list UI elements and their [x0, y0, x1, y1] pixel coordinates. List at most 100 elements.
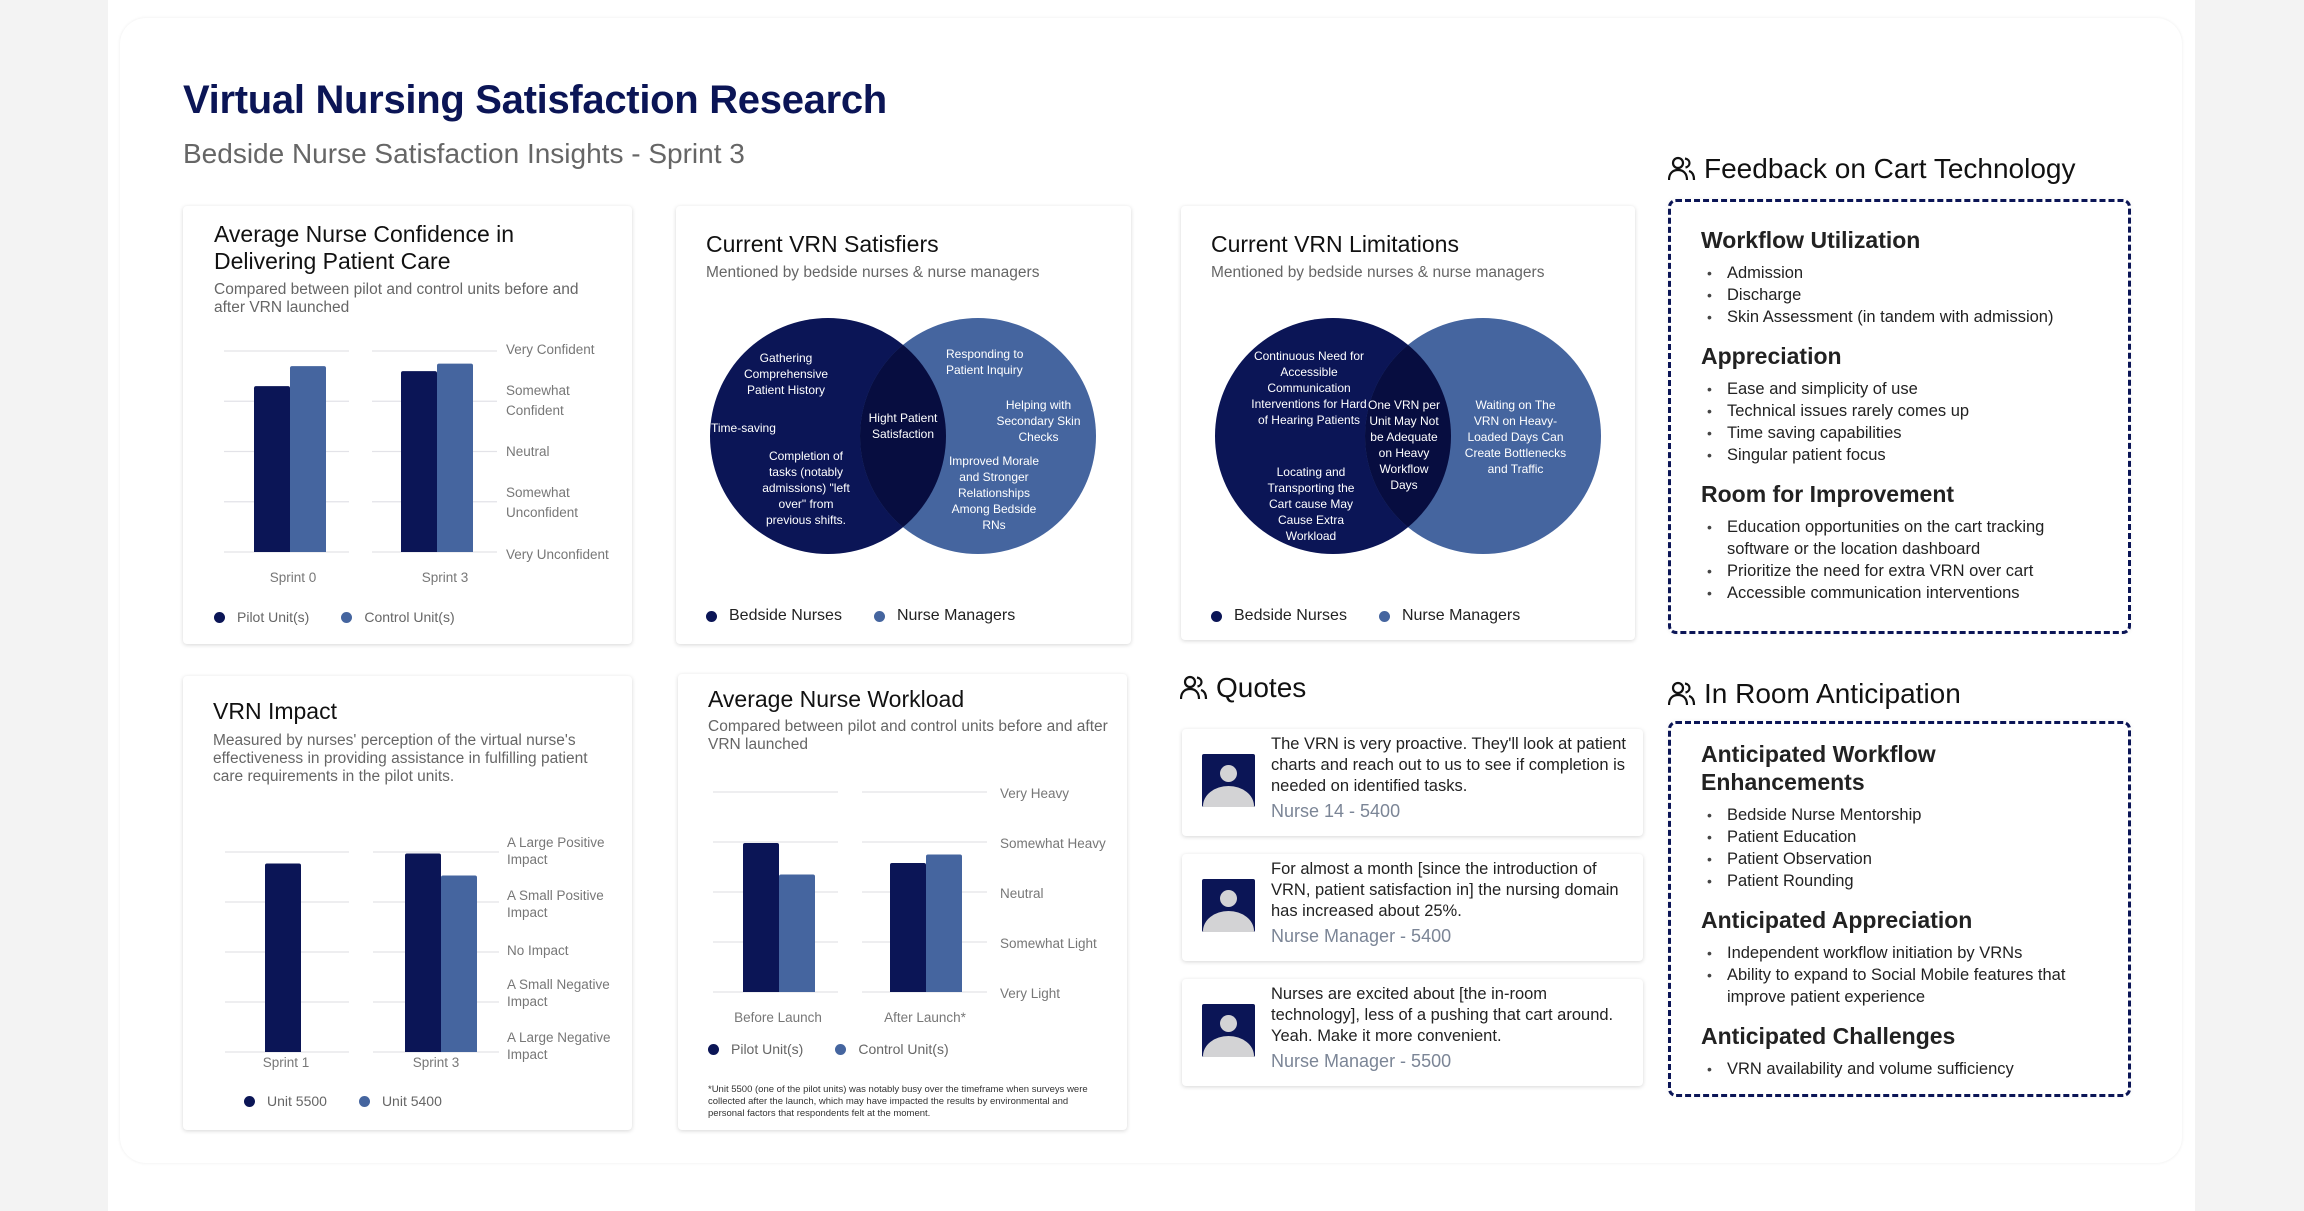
venn-label: Continuous Need for Accessible Communica…	[1251, 349, 1367, 427]
bar-control-unit-s-sprint-0	[290, 366, 326, 552]
quote-text: For almost a month [since the introducti…	[1271, 860, 1619, 920]
chart-legend: Pilot Unit(s) Control Unit(s)	[708, 1041, 981, 1057]
avatar-icon	[1202, 1004, 1255, 1057]
quote-author: Nurse Manager - 5500	[1271, 1051, 1452, 1071]
legend-item: Bedside Nurses	[1211, 607, 1347, 625]
page-subtitle: Bedside Nurse Satisfaction Insights - Sp…	[183, 138, 745, 169]
anticipation-title: In Room Anticipation	[1704, 678, 1961, 709]
legend-label: Control Unit(s)	[858, 1041, 949, 1057]
list-item: Patient Education	[1707, 826, 2100, 848]
bar-pilot-unit-s-sprint-3	[401, 371, 437, 552]
legend-item: Nurse Managers	[873, 607, 1015, 625]
y-tick-label: Somewhat Light	[1000, 936, 1097, 951]
legend-label: Unit 5400	[381, 1093, 442, 1109]
x-tick-label: Sprint 0	[269, 570, 317, 585]
list-item: Patient Observation	[1707, 848, 2100, 870]
bar-control-unit-s-sprint-3	[437, 363, 473, 552]
quotes-title: Quotes	[1216, 672, 1307, 703]
feedback-heading: Feedback on Cart Technology	[1668, 153, 2076, 185]
list-item: Admission	[1707, 262, 2100, 284]
satisfiers-venn-card: Current VRN Satisfiers Mentioned by beds…	[676, 206, 1131, 644]
legend-item: Pilot Unit(s)	[214, 609, 309, 625]
y-tick-label: Very Light	[1000, 986, 1061, 1001]
list-item: Prioritize the need for extra VRN over c…	[1707, 560, 2100, 582]
quote-card: The VRN is very proactive. They'll look …	[1182, 729, 1643, 836]
bar-control-unit-s-after-launch	[926, 854, 962, 992]
legend-dot-icon	[341, 611, 353, 623]
bar-control-unit-s-before-launch	[779, 874, 815, 992]
avatar-icon	[1202, 879, 1255, 932]
legend-dot-icon	[358, 1095, 370, 1107]
legend-dot-icon	[1211, 610, 1222, 622]
workload-chart-card: Average Nurse Workload Compared between …	[678, 674, 1127, 1130]
bar-pilot-unit-s-sprint-0	[254, 386, 290, 552]
y-tick-label: Somewhat Heavy	[1000, 836, 1106, 851]
venn-label: Waiting on The VRN on Heavy-Loaded Days …	[1464, 398, 1567, 476]
users-icon	[1668, 156, 1696, 181]
chart-legend: Pilot Unit(s) Control Unit(s)	[214, 609, 487, 625]
list-item: Technical issues rarely comes up	[1707, 400, 2100, 422]
list-item: Patient Rounding	[1707, 870, 2100, 892]
y-tick-label: Somewhat Unconfident	[506, 485, 579, 520]
chart-footnote: *Unit 5500 (one of the pilot units) was …	[708, 1084, 1088, 1119]
bar-pilot-unit-s-after-launch	[890, 863, 926, 992]
section-heading: Anticipated Workflow Enhancements	[1701, 741, 1936, 795]
list-item: Independent workflow initiation by VRNs	[1707, 942, 2100, 964]
x-tick-label: Sprint 3	[412, 1055, 460, 1070]
x-tick-label: Before Launch	[734, 1010, 822, 1025]
quote-author: Nurse 14 - 5400	[1271, 801, 1401, 821]
y-tick-label: A Small Positive Impact	[507, 888, 604, 920]
legend-dot-icon	[706, 610, 717, 622]
list-item: Bedside Nurse Mentorship	[1707, 804, 2100, 826]
venn-label-overlap: Hight Patient Satisfaction	[868, 411, 938, 441]
bullet-list: Admission Discharge Skin Assessment (in …	[1707, 262, 2100, 328]
legend-dot-icon	[835, 1043, 847, 1055]
y-tick-label: No Impact	[507, 943, 569, 958]
legend-label: Pilot Unit(s)	[731, 1041, 804, 1057]
section-heading: Room for Improvement	[1701, 481, 1955, 507]
list-item: Singular patient focus	[1707, 444, 2100, 466]
y-tick-label: Somewhat Confident	[506, 383, 570, 418]
y-tick-label: Very Heavy	[1000, 786, 1070, 801]
bar-unit-5500-sprint-1	[265, 863, 301, 1052]
legend-label: Nurse Managers	[1401, 607, 1521, 624]
venn-label: Responding to Patient Inquiry	[946, 347, 1024, 377]
bullet-list: Independent workflow initiation by VRNs …	[1707, 942, 2100, 1008]
y-tick-label: Very Confident	[506, 342, 595, 357]
venn-label: Gathering Comprehensive Patient History	[743, 351, 829, 397]
bullet-list: VRN availability and volume sufficiency	[1707, 1058, 2100, 1080]
feedback-title: Feedback on Cart Technology	[1704, 153, 2076, 184]
legend-dot-icon	[708, 1043, 719, 1055]
legend-item: Unit 5500	[244, 1093, 327, 1109]
quote-card: Nurses are excited about [the in-room te…	[1182, 979, 1643, 1086]
quote-author: Nurse Manager - 5400	[1271, 926, 1452, 946]
venn-label: Completion of tasks (notably admissions)…	[762, 449, 850, 527]
legend-item: Nurse Managers	[1378, 607, 1521, 625]
list-item: Time saving capabilities	[1707, 422, 2100, 444]
anticipation-heading: In Room Anticipation	[1668, 678, 1961, 710]
y-tick-label: Very Unconfident	[506, 547, 609, 562]
users-icon	[1668, 681, 1696, 706]
venn-legend: Bedside Nurses Nurse Managers	[1211, 607, 1552, 625]
venn-label: Helping with Secondary Skin Checks	[996, 398, 1081, 444]
legend-item: Pilot Unit(s)	[708, 1041, 803, 1057]
limitations-venn-card: Current VRN Limitations Mentioned by bed…	[1181, 206, 1635, 640]
section-heading: Anticipated Challenges	[1701, 1023, 1956, 1049]
y-tick-label: A Small Negative Impact	[507, 977, 610, 1009]
users-icon	[1180, 675, 1208, 700]
section-heading: Appreciation	[1701, 343, 1842, 369]
legend-dot-icon	[873, 610, 885, 622]
bar-pilot-unit-s-before-launch	[743, 843, 779, 992]
list-item: Accessible communication interventions	[1707, 582, 2100, 604]
list-item: Ease and simplicity of use	[1707, 378, 2100, 400]
bullet-list: Bedside Nurse Mentorship Patient Educati…	[1707, 804, 2100, 892]
page-title: Virtual Nursing Satisfaction Research	[183, 78, 887, 122]
legend-dot-icon	[214, 611, 225, 623]
legend-label: Bedside Nurses	[729, 607, 842, 624]
legend-dot-icon	[244, 1095, 255, 1107]
venn-label: Improved Morale and Stronger Relationshi…	[948, 454, 1040, 532]
venn-label: Locating and Transporting the Cart cause…	[1267, 465, 1355, 543]
legend-item: Unit 5400	[358, 1093, 442, 1109]
y-tick-label: A Large Positive Impact	[507, 835, 605, 867]
legend-label: Control Unit(s)	[364, 609, 455, 625]
